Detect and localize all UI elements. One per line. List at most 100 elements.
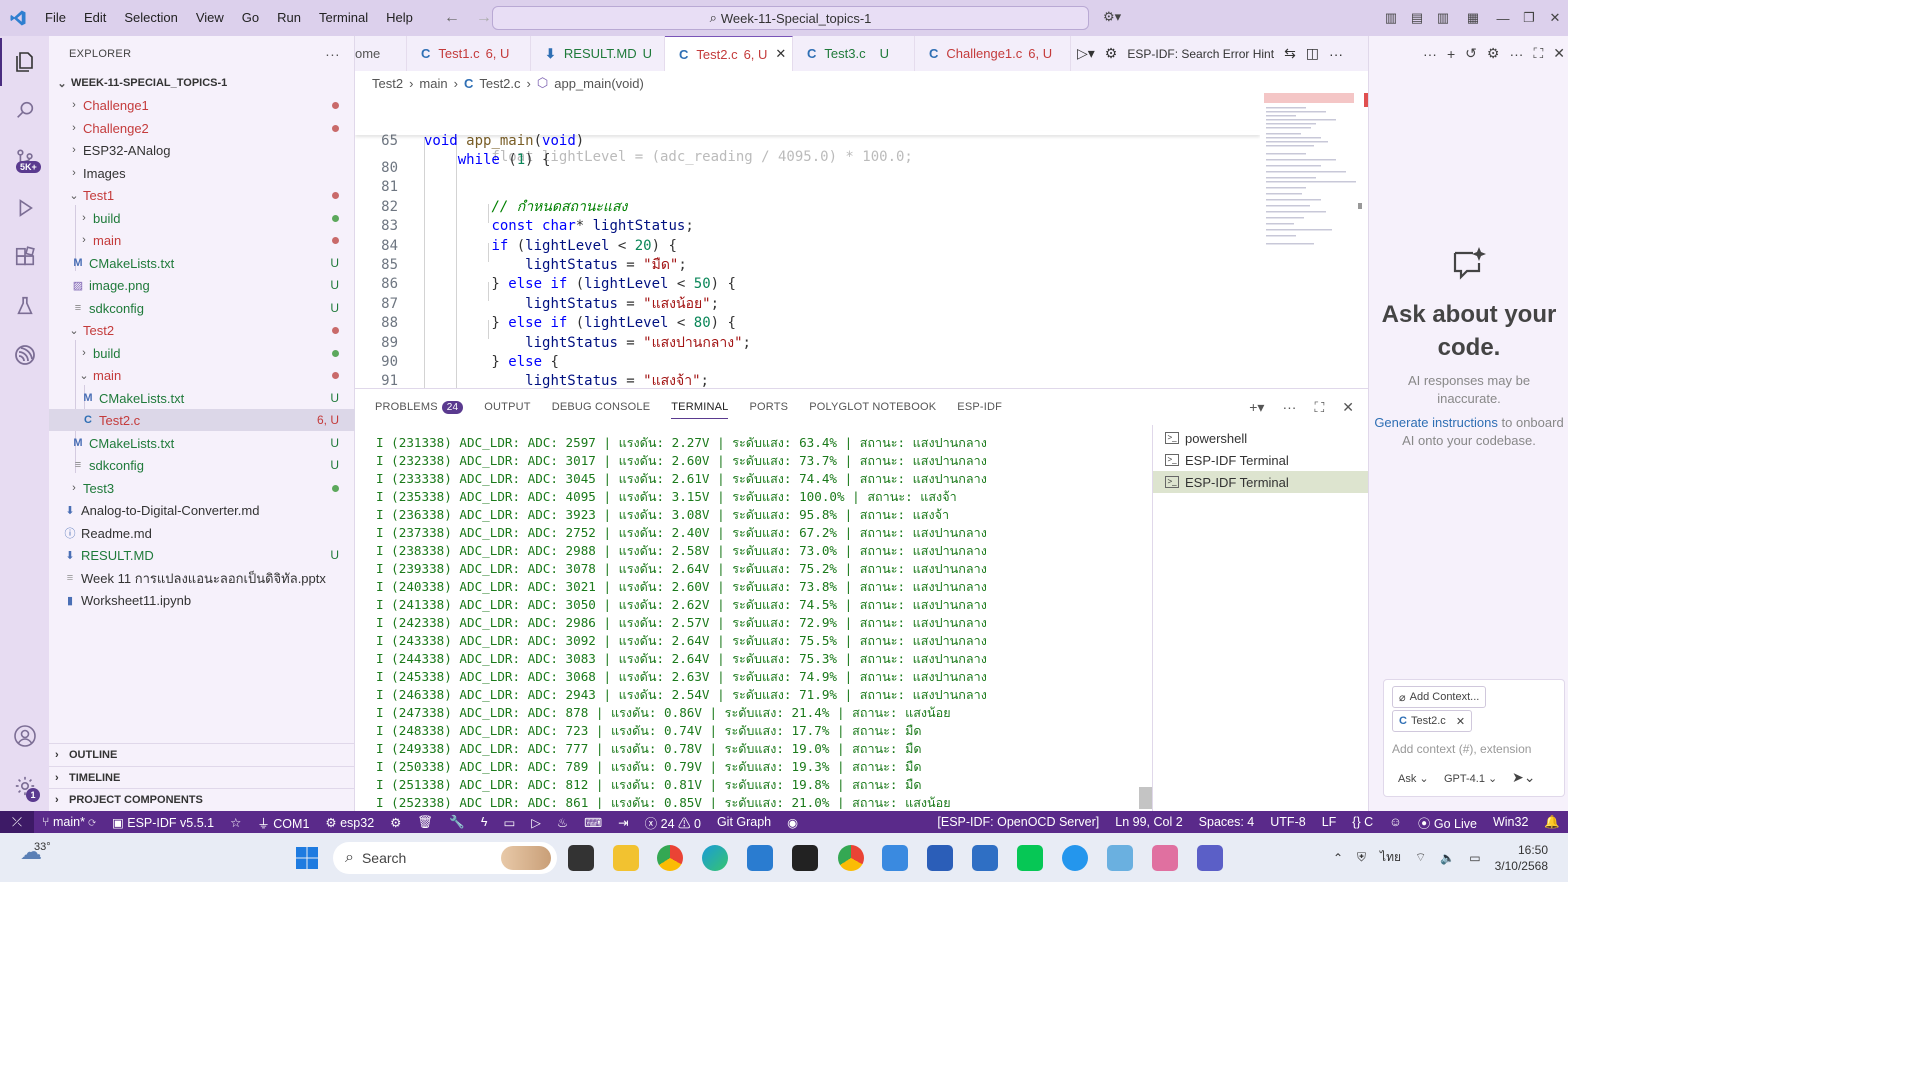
esp-idf-version[interactable]: ▣ ESP-IDF v5.5.1 <box>104 815 222 830</box>
tab-problems[interactable]: PROBLEMS 24 <box>375 401 464 414</box>
tree-file-cmakelists[interactable]: M CMakeLists.txt U <box>49 387 355 409</box>
build-wrench-icon[interactable]: 🔧 <box>441 815 473 830</box>
tree-file-test2-c[interactable]: C Test2.c 6, U <box>49 409 355 431</box>
restore-icon[interactable]: ❐ <box>1516 10 1542 26</box>
chat-prompt-input[interactable]: Add context (#), extension <box>1392 742 1531 756</box>
code-line[interactable]: 87 } else if (lightLevel < 80) { <box>355 275 1260 331</box>
more-actions-icon[interactable]: ··· <box>1282 399 1296 415</box>
teams-icon[interactable] <box>1197 845 1223 871</box>
close-panel-icon[interactable]: ✕ <box>1342 399 1354 416</box>
target-chip[interactable]: ⚙ esp32 <box>317 815 382 830</box>
code-line[interactable]: 83 if (lightLevel < 20) { <box>355 198 1260 253</box>
encoding[interactable]: UTF-8 <box>1262 815 1313 829</box>
gear-icon[interactable]: ⚙ <box>1105 45 1118 62</box>
chevron-up-icon[interactable]: ⌃ <box>1333 851 1343 865</box>
tree-file-adc-md[interactable]: ⬇ Analog-to-Digital-Converter.md <box>49 499 355 521</box>
search-view-icon[interactable] <box>0 86 49 134</box>
code-line[interactable]: 90 lightStatus = "แสงจ้า"; <box>355 334 1260 388</box>
new-chat-icon[interactable]: + <box>1447 46 1455 62</box>
code-editor[interactable]: 43 void app_main(void) 65 while (1) { fl… <box>355 93 1260 388</box>
tree-file-result-md[interactable]: ⬇ RESULT.MD U <box>49 544 355 566</box>
copilot-icon[interactable]: ◉ <box>779 815 806 830</box>
docker-icon[interactable] <box>1062 845 1088 871</box>
source-control-icon[interactable]: 5K+ <box>0 135 49 183</box>
esp-search-error-hint[interactable]: ESP-IDF: Search Error Hint <box>1127 47 1274 61</box>
tree-file-ipynb[interactable]: ▮ Worksheet11.ipynb <box>49 589 355 611</box>
fire-icon[interactable]: ♨ <box>549 815 576 830</box>
tree-folder-test2[interactable]: ⌄ Test2 <box>49 319 355 341</box>
snipping-tool-icon[interactable] <box>1152 845 1178 871</box>
remove-context-icon[interactable]: ✕ <box>1456 715 1465 728</box>
close-window-icon[interactable]: ✕ <box>1542 10 1568 26</box>
chat-input-box[interactable]: ⌀ Add Context... C Test2.c ✕ Add context… <box>1383 679 1565 797</box>
serial-port[interactable]: ⏚ COM1 <box>249 813 317 832</box>
project-components-section[interactable]: › PROJECT COMPONENTS <box>49 788 355 810</box>
tab-welcome[interactable]: ome <box>355 36 407 71</box>
generate-instructions-link[interactable]: Generate instructions <box>1374 415 1498 430</box>
wifi-icon[interactable]: ⌔ <box>1415 850 1426 865</box>
chrome-icon[interactable] <box>657 845 683 871</box>
close-icon[interactable]: ✕ <box>1553 45 1565 62</box>
tree-folder-images[interactable]: › Images <box>49 162 355 184</box>
menu-selection[interactable]: Selection <box>115 0 186 36</box>
minimize-icon[interactable]: — <box>1490 11 1516 26</box>
maximize-panel-icon[interactable]: ⛶ <box>1314 399 1324 416</box>
menu-edit[interactable]: Edit <box>75 0 115 36</box>
notifications-bell-icon[interactable]: 🔔 <box>1536 815 1568 830</box>
new-terminal-icon[interactable]: +▾ <box>1249 399 1264 416</box>
chat-mode-select[interactable]: Ask ⌄ <box>1398 772 1429 785</box>
code-line[interactable]: 89 } else { <box>355 314 1260 370</box>
vscode-taskbar-icon[interactable] <box>747 845 773 871</box>
testing-flask-icon[interactable] <box>0 282 49 330</box>
tree-folder-challenge2[interactable]: › Challenge2 <box>49 117 355 139</box>
tab-output[interactable]: OUTPUT <box>484 401 530 413</box>
platform[interactable]: Win32 <box>1485 815 1536 829</box>
tab-test2-c[interactable]: C Test2.c 6, U ✕ <box>665 36 793 71</box>
customize-layout-icon[interactable]: ▦ <box>1456 10 1490 26</box>
code-line[interactable]: 88 lightStatus = "แสงปานกลาง"; <box>355 295 1260 350</box>
terminal-item-esp-idf-active[interactable]: >_ ESP-IDF Terminal <box>1153 471 1369 493</box>
tree-folder-challenge1[interactable]: › Challenge1 <box>49 94 355 116</box>
forward-arrow-icon[interactable]: → <box>476 9 492 27</box>
input-language[interactable]: ไทย <box>1380 848 1401 867</box>
tree-folder-test1-main[interactable]: › main <box>49 229 355 251</box>
problems-indicator[interactable]: ⓧ 24 ⚠ 0 <box>637 813 709 832</box>
tree-folder-test2-main[interactable]: ⌄ main <box>49 364 355 386</box>
tab-challenge1-c[interactable]: C Challenge1.c 6, U <box>915 36 1071 71</box>
breadcrumb-folder[interactable]: main <box>419 76 447 91</box>
outline-section[interactable]: › OUTLINE <box>49 743 355 765</box>
tree-file-cmakelists[interactable]: M CMakeLists.txt U <box>49 432 355 454</box>
tab-result-md[interactable]: ⬇ RESULT.MD U <box>531 36 665 71</box>
tab-esp-idf[interactable]: ESP-IDF <box>957 401 1002 413</box>
back-arrow-icon[interactable]: ← <box>444 9 460 27</box>
workspace-root[interactable]: ⌄ WEEK-11-SPECIAL_TOPICS-1 <box>49 72 355 94</box>
tree-file-sdkconfig[interactable]: ≡ sdkconfig U <box>49 297 355 319</box>
menu-go[interactable]: Go <box>233 0 268 36</box>
flash-icon[interactable]: ϟ <box>473 815 496 829</box>
sticky-line[interactable]: 65 while (1) { <box>355 112 1260 168</box>
monitor-icon[interactable]: ▭ <box>495 815 523 830</box>
sticky-line[interactable]: 43 void app_main(void) <box>355 93 1260 149</box>
tab-polyglot-notebook[interactable]: POLYGLOT NOTEBOOK <box>809 401 936 413</box>
terminal-item-powershell[interactable]: >_ powershell <box>1153 427 1369 449</box>
breadcrumb-symbol[interactable]: app_main(void) <box>554 76 644 91</box>
tab-debug-console[interactable]: DEBUG CONSOLE <box>552 401 651 413</box>
context-file-chip[interactable]: C Test2.c ✕ <box>1392 710 1473 732</box>
line-ending[interactable]: LF <box>1314 815 1345 829</box>
security-icon[interactable]: ⛨ <box>1357 850 1366 865</box>
indentation[interactable]: Spaces: 4 <box>1191 815 1263 829</box>
copilot-status-icon[interactable]: ☺ <box>1381 815 1410 829</box>
code-line[interactable]: 85 } else if (lightLevel < 50) { <box>355 237 1260 292</box>
menu-help[interactable]: Help <box>377 0 422 36</box>
remote-indicator-icon[interactable]: ⤫ <box>0 811 34 833</box>
menu-terminal[interactable]: Terminal <box>310 0 377 36</box>
code-line[interactable]: 91 } <box>355 353 1260 388</box>
explorer-icon[interactable] <box>0 38 49 86</box>
menu-run[interactable]: Run <box>268 0 310 36</box>
breadcrumb-folder[interactable]: Test2 <box>372 76 403 91</box>
compare-icon[interactable]: ⇆ <box>1284 45 1296 62</box>
language-mode[interactable]: {} C <box>1344 815 1381 829</box>
maximize-icon[interactable]: ⛶ <box>1533 45 1543 62</box>
trash-icon[interactable]: 🗑 <box>409 815 441 830</box>
branch-indicator[interactable]: ⑂ main* ⟳ <box>34 815 104 829</box>
